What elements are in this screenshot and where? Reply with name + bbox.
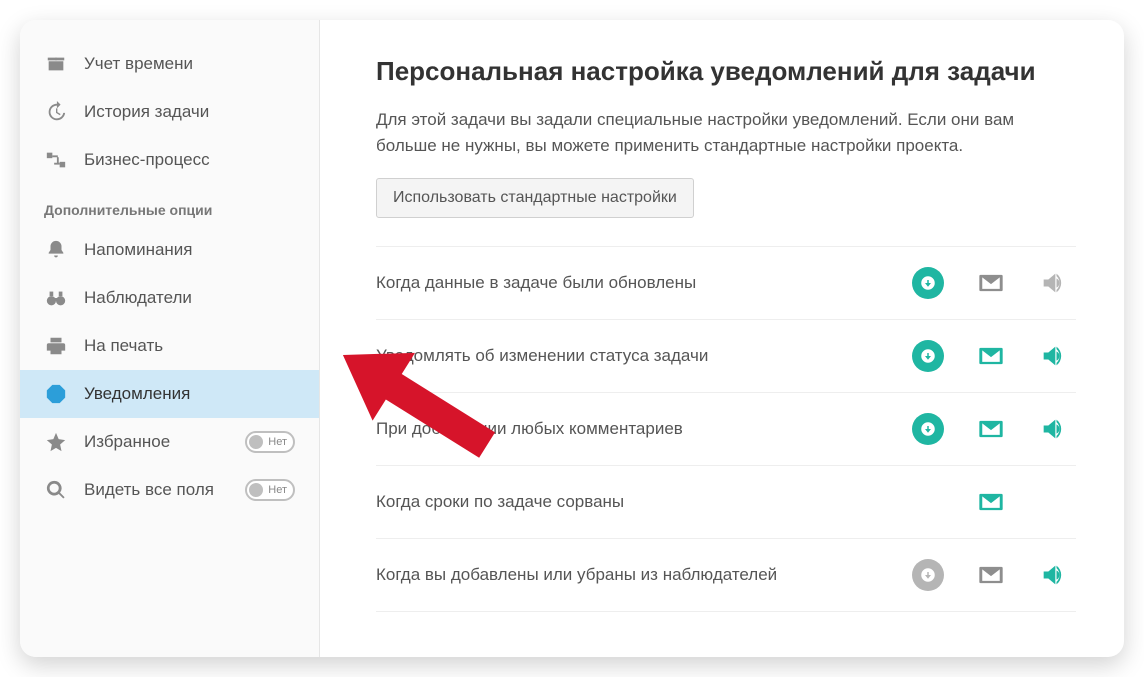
notification-row-icons	[912, 340, 1076, 372]
notification-row: Когда сроки по задаче сорваны	[376, 466, 1076, 539]
page-title: Персональная настройка уведомлений для з…	[376, 56, 1076, 87]
sound-toggle-icon[interactable]	[1038, 560, 1068, 590]
binoculars-icon	[44, 286, 68, 310]
sidebar-item-label: Напоминания	[84, 240, 193, 260]
sidebar: Учет времени История задачи Бизнес-проце…	[20, 20, 320, 657]
push-toggle-icon[interactable]	[912, 340, 944, 372]
sidebar-item-history[interactable]: История задачи	[20, 88, 319, 136]
star-icon	[44, 430, 68, 454]
notification-row-icons	[912, 486, 1076, 518]
sidebar-item-label: Бизнес-процесс	[84, 150, 210, 170]
notification-row: Когда вы добавлены или убраны из наблюда…	[376, 539, 1076, 612]
push-toggle-icon[interactable]	[912, 559, 944, 591]
sound-toggle-icon[interactable]	[1038, 341, 1068, 371]
notification-row-label: Когда вы добавлены или убраны из наблюда…	[376, 565, 912, 585]
sidebar-item-label: История задачи	[84, 102, 209, 122]
use-default-settings-button[interactable]: Использовать стандартные настройки	[376, 178, 694, 218]
main-panel: Персональная настройка уведомлений для з…	[320, 20, 1124, 657]
sidebar-item-timetracking[interactable]: Учет времени	[20, 40, 319, 88]
sidebar-section-header: Дополнительные опции	[20, 184, 319, 226]
sidebar-item-process[interactable]: Бизнес-процесс	[20, 136, 319, 184]
settings-card: Учет времени История задачи Бизнес-проце…	[20, 20, 1124, 657]
notification-row-label: Когда данные в задаче были обновлены	[376, 273, 912, 293]
sidebar-item-label: Наблюдатели	[84, 288, 192, 308]
alert-octagon-icon	[44, 382, 68, 406]
push-toggle-icon[interactable]	[912, 413, 944, 445]
sidebar-item-notifications[interactable]: Уведомления	[20, 370, 319, 418]
workflow-icon	[44, 148, 68, 172]
printer-icon	[44, 334, 68, 358]
sound-toggle-icon[interactable]	[1038, 268, 1068, 298]
notification-rows: Когда данные в задаче были обновлены Увед…	[376, 246, 1076, 612]
sidebar-item-label: На печать	[84, 336, 163, 356]
sound-toggle-icon[interactable]	[1038, 414, 1068, 444]
notification-row: При добавлении любых комментариев	[376, 393, 1076, 466]
notification-row: Когда данные в задаче были обновлены	[376, 246, 1076, 320]
sidebar-item-watchers[interactable]: Наблюдатели	[20, 274, 319, 322]
email-toggle-icon[interactable]	[976, 560, 1006, 590]
notification-row-icons	[912, 267, 1076, 299]
allfields-toggle[interactable]: Нет	[245, 479, 295, 501]
sidebar-item-print[interactable]: На печать	[20, 322, 319, 370]
history-icon	[44, 100, 68, 124]
sidebar-item-label: Учет времени	[84, 54, 193, 74]
notification-row: Уведомлять об изменении статуса задачи	[376, 320, 1076, 393]
notification-row-label: При добавлении любых комментариев	[376, 419, 912, 439]
clock-money-icon	[44, 52, 68, 76]
favorites-toggle[interactable]: Нет	[245, 431, 295, 453]
sidebar-item-favorites[interactable]: Избранное Нет	[20, 418, 319, 466]
notification-row-label: Когда сроки по задаче сорваны	[376, 492, 912, 512]
sidebar-item-allfields[interactable]: Видеть все поля Нет	[20, 466, 319, 514]
email-toggle-icon[interactable]	[976, 414, 1006, 444]
email-toggle-icon[interactable]	[976, 341, 1006, 371]
sidebar-item-reminders[interactable]: Напоминания	[20, 226, 319, 274]
sidebar-item-label: Видеть все поля	[84, 480, 214, 500]
bell-icon	[44, 238, 68, 262]
push-toggle-icon[interactable]	[912, 267, 944, 299]
notification-row-icons	[912, 559, 1076, 591]
notification-row-icons	[912, 413, 1076, 445]
sidebar-item-label: Уведомления	[84, 384, 190, 404]
sidebar-item-label: Избранное	[84, 432, 170, 452]
email-toggle-icon[interactable]	[976, 268, 1006, 298]
notification-row-label: Уведомлять об изменении статуса задачи	[376, 346, 912, 366]
page-description: Для этой задачи вы задали специальные на…	[376, 107, 1056, 158]
magnifier-icon	[44, 478, 68, 502]
email-toggle-icon[interactable]	[976, 487, 1006, 517]
